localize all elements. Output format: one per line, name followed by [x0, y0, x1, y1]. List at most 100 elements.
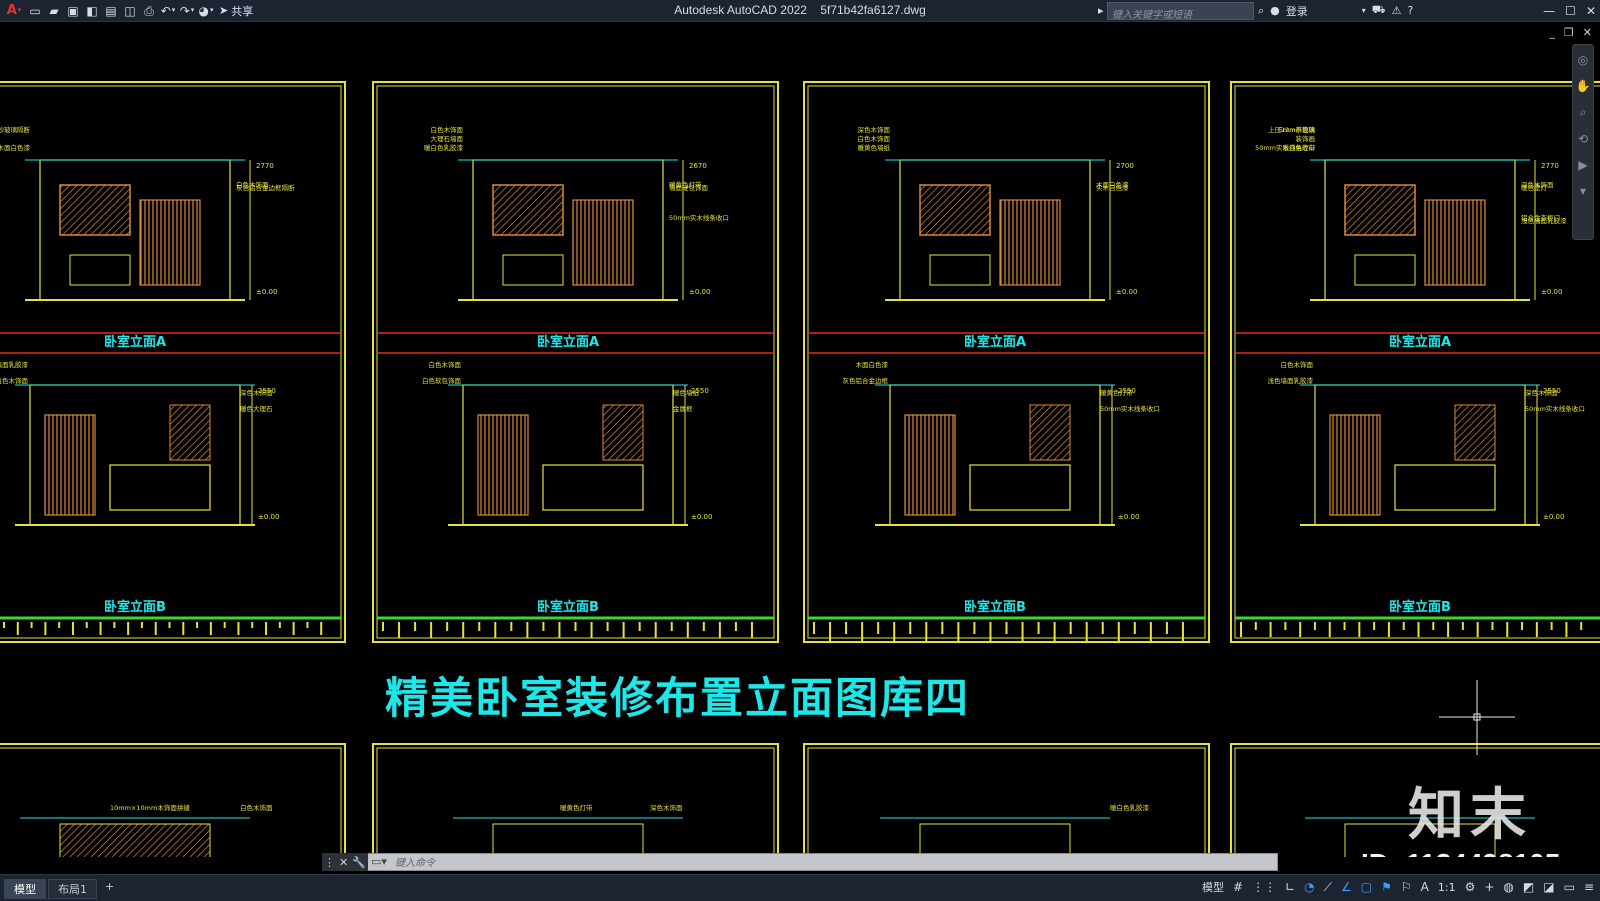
sheet-inner-frame	[0, 85, 342, 639]
annotation-monitor-icon[interactable]: +	[1484, 880, 1494, 894]
elevation-title-a: 卧室立面A	[1389, 334, 1451, 350]
customize-icon[interactable]: 🔧	[352, 856, 366, 869]
zoom-icon[interactable]: ⌕	[1580, 105, 1587, 120]
drawing-close-icon[interactable]: ✕	[1583, 26, 1592, 39]
cart-icon[interactable]: ⛟	[1372, 3, 1386, 18]
save-as-icon[interactable]: ◧	[84, 3, 100, 19]
clean-screen-icon[interactable]: ▭	[1564, 880, 1575, 894]
snap-icon[interactable]: ⋮⋮	[1252, 880, 1276, 894]
quick-access-toolbar: A ▾ ▭ ▰ ▣ ◧ ▤ ◫ ⎙ ↶ ▾ ↷ ▾ ◕ ▾ ➤ 共享	[4, 1, 254, 20]
drawing-canvas[interactable]: 卧室立面A卧室立面B2770±0.005mm磨砂玻璃隔断白色木饰面木面白色漆灰色…	[0, 22, 1600, 857]
recent-commands-icon[interactable]: ▭▾	[371, 855, 387, 868]
annotation-text: 5mm茶色镜	[1279, 125, 1316, 134]
navbar-menu-icon[interactable]: ▾	[1580, 184, 1586, 198]
close-command-icon[interactable]: ✕	[339, 856, 348, 869]
navigation-bar: ◎ ✋ ⌕ ⟲ ▶ ▾	[1572, 44, 1594, 240]
annotation-text: 暖色壁灯	[1521, 183, 1548, 192]
annotation-text: 深色木饰面	[650, 803, 683, 812]
elevation-a-cabinet	[929, 254, 991, 286]
plot-preview-icon[interactable]: ◫	[122, 3, 138, 19]
customization-menu-icon[interactable]: ≡	[1584, 880, 1594, 894]
elevation-a-panel	[1424, 199, 1486, 286]
publish-icon[interactable]: ▤	[103, 3, 119, 19]
annotation-scale-value[interactable]: 1:1	[1438, 881, 1456, 894]
close-icon[interactable]: ✕	[1586, 4, 1596, 18]
status-tools: 模型 # ⋮⋮ ∟ ◔ ⟋ ∠ ▢ ⚑ ⚐ A 1:1 ⚙ + ◍ ◩ ◪ ▭ …	[1202, 879, 1594, 895]
object-snap-tracking-icon[interactable]: ∠	[1341, 880, 1352, 894]
annotation-text: 浅色墙面乳胶漆	[1268, 376, 1314, 385]
units-icon[interactable]: ◍	[1503, 880, 1513, 894]
orbit-icon[interactable]: ⟲	[1578, 132, 1588, 146]
save-icon[interactable]: ▣	[65, 3, 81, 19]
elevation-b-panel	[1329, 414, 1381, 516]
share-button[interactable]: ➤ 共享	[219, 3, 253, 19]
tab-layout1[interactable]: 布局1	[48, 879, 97, 899]
add-layout-icon[interactable]: +	[99, 879, 120, 899]
elevation-b-panel	[44, 414, 96, 516]
isodraft-icon[interactable]: ⟋	[1324, 880, 1332, 895]
drawing-minimize-icon[interactable]: _	[1549, 26, 1555, 39]
annotation-scale-icon[interactable]: A	[1421, 880, 1429, 894]
command-input[interactable]	[393, 854, 1197, 872]
workspace-switch-icon[interactable]: ⚙	[1465, 880, 1476, 894]
watermark-logo: 知末	[1408, 783, 1532, 848]
model-space-button[interactable]: 模型	[1202, 879, 1224, 895]
elevation-b-panel	[1454, 404, 1496, 461]
minimize-icon[interactable]: —	[1543, 4, 1555, 18]
annotation-text: 5mm磨砂玻璃隔断	[0, 125, 30, 134]
elevation-title-a: 卧室立面A	[537, 334, 599, 350]
grip-icon[interactable]: ⋮	[324, 856, 335, 869]
annotation-visibility-icon[interactable]: ⚑	[1381, 880, 1392, 894]
new-icon[interactable]: ▭	[27, 3, 43, 19]
elevation-b-panel	[602, 404, 644, 461]
dimension-text: 2670	[689, 162, 707, 170]
annotation-text: 深色木饰面	[858, 125, 891, 134]
elevation-title-b: 卧室立面B	[537, 599, 599, 615]
command-line-handle: ⋮ ✕ 🔧	[322, 853, 368, 871]
help-icon[interactable]: ?	[1408, 4, 1414, 17]
print-icon[interactable]: ⎙	[141, 3, 157, 19]
redo-icon[interactable]: ↷ ▾	[179, 3, 195, 19]
tab-model[interactable]: 模型	[4, 879, 46, 899]
showmotion-icon[interactable]: ▶	[1578, 158, 1587, 172]
autodesk-a360-icon[interactable]: ⚠	[1392, 4, 1402, 17]
undo-icon[interactable]: ↶ ▾	[160, 3, 176, 19]
autoscale-icon[interactable]: ⚐	[1401, 880, 1412, 894]
layout-tabs: 模型 布局1 +	[4, 879, 120, 899]
ortho-icon[interactable]: ∟	[1285, 880, 1295, 894]
drawing-window-controls: _ ❐ ✕	[1549, 26, 1592, 39]
application-menu-button[interactable]: A ▾	[4, 3, 24, 19]
open-icon[interactable]: ▰	[46, 3, 62, 19]
account-group: ⌕ ● 登录 ▾ ⛟ ⚠ ?	[1258, 2, 1413, 19]
annotation-text: 白色木饰面	[1281, 360, 1314, 369]
drawing-restore-icon[interactable]: ❐	[1564, 26, 1574, 39]
search-icon[interactable]: ⌕	[1258, 4, 1264, 18]
search-box[interactable]	[1107, 2, 1254, 24]
command-line[interactable]: ▭▾	[322, 853, 1278, 872]
annotation-text: 暖白色乳胶漆	[424, 143, 464, 152]
object-snap-icon[interactable]: ▢	[1361, 880, 1372, 894]
annotation-text: 白色木饰面	[240, 803, 273, 812]
elevation-b-cabinet	[1394, 464, 1496, 511]
isolate-objects-icon[interactable]: ◪	[1543, 880, 1554, 894]
maximize-icon[interactable]: ☐	[1565, 4, 1576, 18]
dimension-text: ±0.00	[1116, 288, 1137, 296]
steering-wheel-icon[interactable]: ◎	[1578, 53, 1588, 67]
sheet-frame	[0, 81, 346, 643]
polar-icon[interactable]: ◔	[1304, 880, 1314, 894]
dimension-text: ±0.00	[689, 288, 710, 296]
dimension-text: ±0.00	[1543, 513, 1564, 521]
workspace-icon[interactable]: ◕ ▾	[198, 3, 214, 19]
search-expand-icon[interactable]: ▸	[1098, 2, 1104, 19]
grid-icon[interactable]: #	[1233, 880, 1243, 894]
login-button[interactable]: 登录	[1286, 3, 1308, 19]
user-icon[interactable]: ●	[1270, 4, 1280, 17]
annotation-text: 暖黄色墙纸	[858, 143, 891, 152]
dimension-text: ±0.00	[1541, 288, 1562, 296]
pan-icon[interactable]: ✋	[1576, 79, 1591, 93]
annotation-text: 50mm实木线条收口	[1255, 143, 1315, 152]
login-dropdown-icon[interactable]: ▾	[1362, 6, 1366, 15]
annotation-text: 50mm实木线条收口	[669, 213, 729, 222]
file-name: 5f71b42fa6127.dwg	[820, 3, 926, 17]
quick-properties-icon[interactable]: ◩	[1523, 880, 1534, 894]
